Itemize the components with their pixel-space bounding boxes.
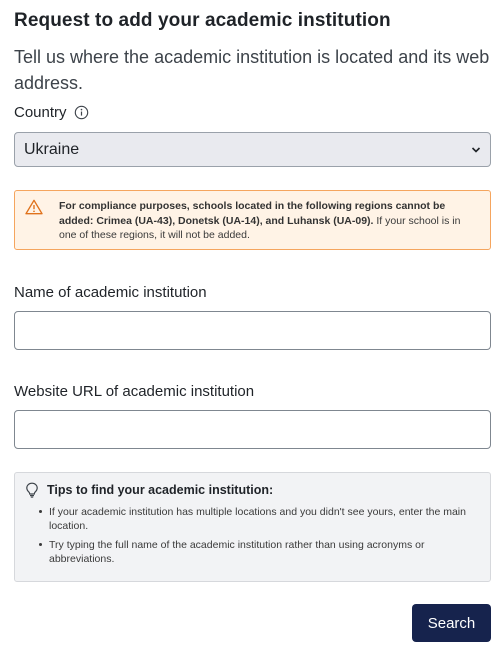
tips-heading: Tips to find your academic institution: <box>47 483 274 497</box>
name-label: Name of academic institution <box>14 284 207 301</box>
chevron-down-icon <box>471 141 481 159</box>
request-institution-form: Request to add your academic institution… <box>0 0 503 648</box>
tip-item: If your academic institution has multipl… <box>39 505 480 533</box>
institution-name-input[interactable] <box>14 311 491 350</box>
form-subtitle: Tell us where the academic institution i… <box>14 47 490 93</box>
search-button[interactable]: Search <box>412 604 491 642</box>
institution-url-input[interactable] <box>14 410 491 449</box>
compliance-alert: For compliance purposes, schools located… <box>14 190 491 250</box>
tips-heading-row: Tips to find your academic institution: <box>25 482 480 498</box>
country-label-row: Country <box>14 104 89 121</box>
lightbulb-icon <box>25 482 39 498</box>
country-label: Country <box>14 104 67 121</box>
alert-text: For compliance purposes, schools located… <box>49 199 480 249</box>
tip-item: Try typing the full name of the academic… <box>39 538 480 566</box>
form-title: Request to add your academic institution <box>14 10 391 31</box>
warning-icon <box>25 199 49 249</box>
info-icon[interactable] <box>74 105 89 120</box>
country-select-value: Ukraine <box>24 140 80 158</box>
tips-box: Tips to find your academic institution: … <box>14 472 491 582</box>
country-select[interactable]: Ukraine <box>14 132 491 167</box>
url-label: Website URL of academic institution <box>14 383 255 400</box>
tips-list: If your academic institution has multipl… <box>25 505 480 566</box>
